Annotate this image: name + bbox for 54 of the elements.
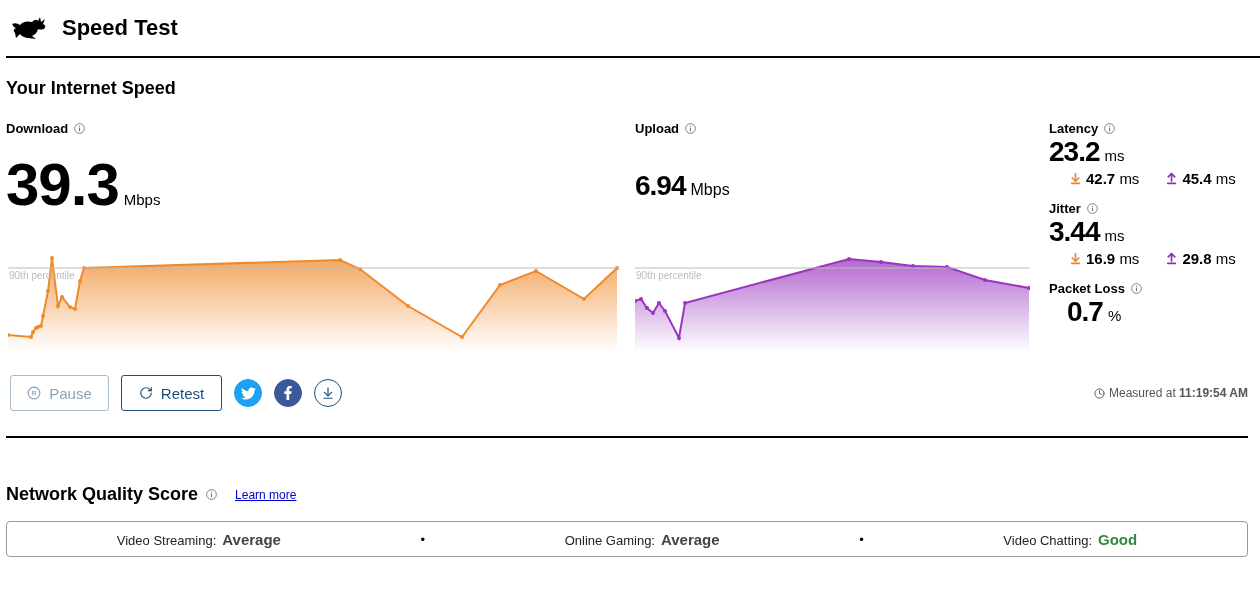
- upload-icon: [1165, 252, 1179, 265]
- download-icon: [321, 386, 335, 400]
- download-icon: [1069, 172, 1082, 185]
- app-title: Speed Test: [62, 15, 178, 41]
- metric-value: 3.44: [1049, 216, 1100, 248]
- pause-icon: [27, 386, 42, 400]
- metric-value: 0.7: [1067, 296, 1103, 328]
- learn-more-link[interactable]: Learn more: [235, 487, 297, 502]
- upload-speed: 6.94: [635, 170, 686, 202]
- info-icon[interactable]: [74, 123, 86, 134]
- download-speed: 39.3: [6, 150, 119, 219]
- latency-value: 42.7 ms: [1086, 170, 1140, 187]
- metric-label: Packet Loss: [1049, 281, 1125, 296]
- latency-value: 29.8 ms: [1182, 250, 1236, 267]
- quality-rating: Good: [1098, 530, 1138, 548]
- download-unit: Mbps: [123, 191, 161, 208]
- download-button[interactable]: [314, 379, 342, 407]
- quality-title: Network Quality Score: [6, 484, 199, 505]
- bird-icon: [240, 385, 256, 401]
- download-icon: [1069, 252, 1082, 265]
- section-title: Your Internet Speed: [6, 78, 177, 99]
- refresh-icon: [138, 386, 153, 400]
- separator-dot: •: [420, 531, 426, 547]
- info-icon[interactable]: [206, 489, 218, 500]
- quality-rating: Average: [661, 530, 720, 548]
- upload-unit: Mbps: [690, 181, 730, 199]
- metric-label: Latency: [1049, 121, 1099, 136]
- letter-f-icon: [281, 386, 295, 400]
- quality-label: Video Chatting:: [1003, 532, 1093, 548]
- rabbit-icon: [10, 16, 48, 40]
- info-icon[interactable]: [1104, 123, 1116, 134]
- quality-label: Video Streaming:: [116, 532, 217, 548]
- quality-rating: Average: [222, 530, 281, 548]
- measured-time: Measured at 11:19:54 AM: [1109, 386, 1248, 400]
- metric-unit: %: [1107, 307, 1122, 324]
- metric-unit: ms: [1104, 147, 1125, 164]
- clock-icon: [1094, 387, 1105, 399]
- upload-label: Upload: [635, 121, 680, 136]
- quality-label: Online Gaming:: [564, 532, 655, 548]
- metric-label: Jitter: [1049, 201, 1081, 216]
- upload-icon: [1165, 172, 1179, 185]
- metric-unit: ms: [1104, 227, 1125, 244]
- latency-value: 45.4 ms: [1182, 170, 1236, 187]
- download-label: Download: [6, 121, 69, 136]
- metric-value: 23.2: [1049, 136, 1100, 168]
- retest-button[interactable]: Retest: [121, 375, 222, 411]
- percentile-label: 90th percentile: [636, 270, 702, 281]
- info-icon[interactable]: [1130, 283, 1142, 294]
- info-icon[interactable]: [1086, 203, 1098, 214]
- info-icon[interactable]: [685, 123, 697, 134]
- separator-dot: •: [859, 531, 864, 547]
- facebook-button[interactable]: [274, 379, 302, 407]
- latency-value: 16.9 ms: [1086, 250, 1140, 267]
- twitter-button[interactable]: [234, 379, 262, 407]
